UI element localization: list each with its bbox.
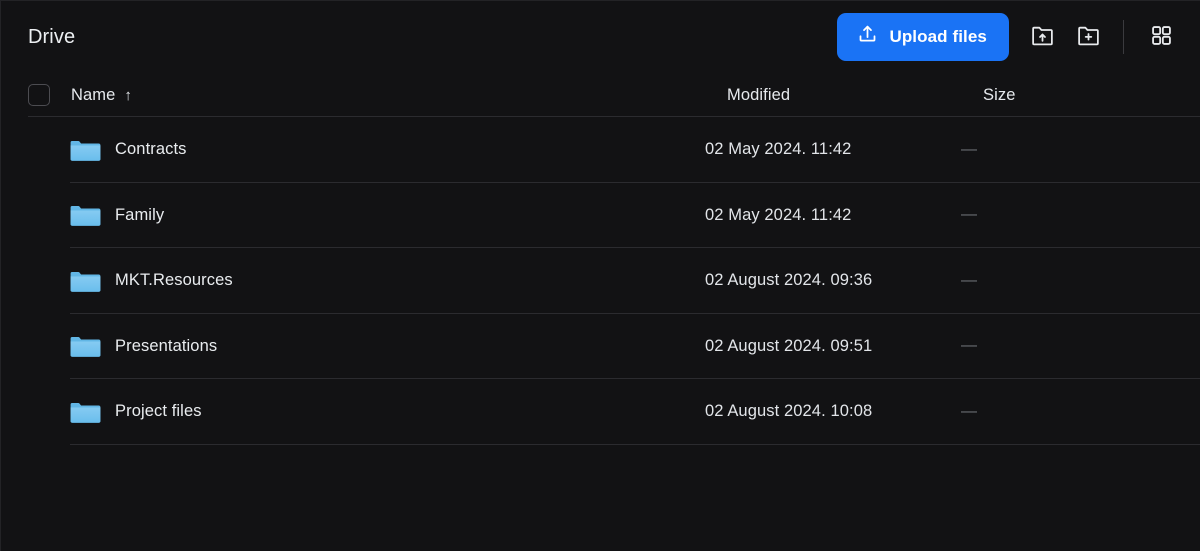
file-modified-label: 02 May 2024. 11:42 [705, 205, 852, 224]
table-row[interactable]: Presentations 02 August 2024. 09:51 — [1, 314, 1200, 379]
folder-plus-icon [1076, 23, 1101, 51]
file-name-label: Family [115, 205, 165, 224]
folder-icon [49, 195, 101, 235]
toolbar-divider [1123, 20, 1124, 54]
select-all-checkbox[interactable] [28, 84, 50, 106]
toolbar-spacer [1009, 37, 1019, 38]
file-size-label: — [961, 206, 977, 224]
file-name-label: MKT.Resources [115, 271, 233, 290]
column-header-size[interactable]: Size [983, 86, 1163, 105]
file-modified-label: 02 May 2024. 11:42 [705, 140, 852, 159]
file-name-label: Project files [115, 402, 202, 421]
folder-icon [49, 392, 101, 432]
file-size-label: — [961, 140, 977, 158]
row-name-cell: Family [49, 195, 705, 235]
file-table: Name ↑ Modified Size Contracts 02 May 20… [1, 73, 1200, 445]
toolbar: Drive Upload files [1, 1, 1200, 73]
row-name-cell: MKT.Resources [49, 261, 705, 301]
folder-icon [49, 130, 101, 170]
drive-app: Drive Upload files Name ↑ Modified Size … [0, 0, 1200, 551]
upload-tray-icon [857, 24, 878, 50]
folder-upload-icon [1030, 23, 1055, 51]
table-header-row: Name ↑ Modified Size [1, 73, 1200, 117]
folder-icon [49, 326, 101, 366]
table-row[interactable]: Family 02 May 2024. 11:42 — [1, 183, 1200, 248]
row-name-cell: Project files [49, 392, 705, 432]
folder-upload-button[interactable] [1019, 14, 1065, 60]
file-name-label: Contracts [115, 140, 187, 159]
row-name-cell: Presentations [49, 326, 705, 366]
file-modified-label: 02 August 2024. 09:51 [705, 336, 873, 355]
folder-icon [49, 261, 101, 301]
sort-ascending-icon: ↑ [124, 86, 132, 104]
file-size-label: — [961, 337, 977, 355]
grid-view-icon [1150, 24, 1173, 50]
file-name-label: Presentations [115, 336, 218, 355]
table-body: Contracts 02 May 2024. 11:42 — Family 02… [1, 117, 1200, 445]
column-header-modified[interactable]: Modified [727, 86, 983, 105]
table-row[interactable]: Contracts 02 May 2024. 11:42 — [1, 117, 1200, 183]
table-row[interactable]: MKT.Resources 02 August 2024. 09:36 — [1, 248, 1200, 314]
file-modified-label: 02 August 2024. 10:08 [705, 402, 873, 421]
file-size-label: — [961, 402, 977, 420]
new-folder-button[interactable] [1065, 14, 1111, 60]
toolbar-actions: Upload files [837, 13, 1184, 61]
grid-view-button[interactable] [1138, 14, 1184, 60]
file-size-label: — [961, 271, 977, 289]
file-modified-label: 02 August 2024. 09:36 [705, 271, 873, 290]
column-header-name[interactable]: Name ↑ [71, 86, 727, 105]
page-title: Drive [28, 25, 76, 48]
upload-files-button[interactable]: Upload files [837, 13, 1009, 61]
row-name-cell: Contracts [49, 130, 705, 170]
upload-files-label: Upload files [889, 27, 987, 46]
row-divider [70, 443, 1200, 445]
table-row[interactable]: Project files 02 August 2024. 10:08 — [1, 379, 1200, 445]
column-header-name-label: Name [71, 85, 116, 104]
